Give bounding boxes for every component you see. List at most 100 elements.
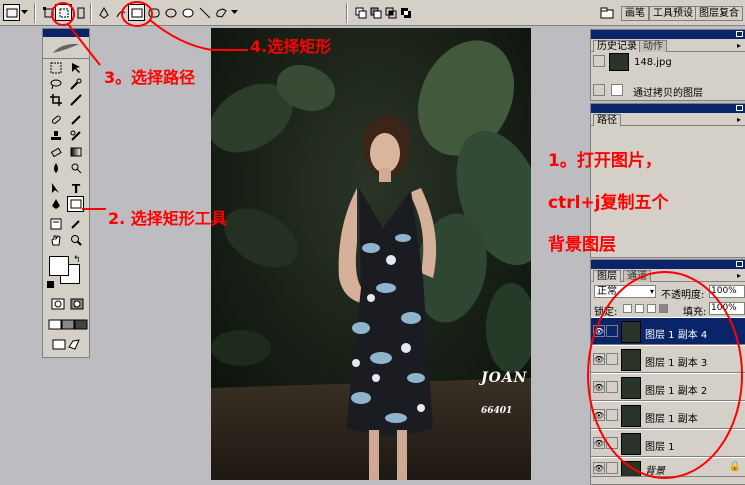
history-brush-icon[interactable]: [67, 128, 84, 144]
tab-actions[interactable]: 动作: [639, 40, 667, 52]
palette-well-icon[interactable]: [597, 4, 617, 21]
eye-icon[interactable]: 👁: [593, 437, 605, 449]
lock-transparent-icon[interactable]: [623, 304, 632, 313]
move-tool-icon[interactable]: [67, 60, 84, 76]
document-canvas[interactable]: JOAN 66401: [211, 28, 531, 480]
freeform-pen-icon[interactable]: [112, 4, 129, 21]
foreground-color-swatch[interactable]: [49, 256, 69, 276]
blend-mode-select[interactable]: 正常 ▾: [594, 285, 656, 298]
panel-titlebar[interactable]: [591, 30, 745, 39]
layer-name[interactable]: 图层 1 副本 3: [645, 354, 707, 369]
panel-titlebar[interactable]: [591, 104, 745, 113]
layer-name[interactable]: 背景: [645, 462, 665, 477]
slice-tool-icon[interactable]: [67, 92, 84, 108]
notes-tool-icon[interactable]: [47, 216, 64, 232]
history-step-checkbox[interactable]: [593, 84, 605, 96]
layer-row[interactable]: 👁 背景 🔒: [591, 457, 745, 477]
svg-text:T: T: [72, 182, 81, 194]
layer-name[interactable]: 图层 1 副本: [645, 410, 698, 425]
feather-logo-icon[interactable]: [43, 37, 89, 59]
fill-input[interactable]: 100%: [709, 302, 745, 315]
eyedropper-icon[interactable]: [67, 216, 84, 232]
hand-tool-icon[interactable]: [47, 232, 64, 248]
opacity-input[interactable]: 100%: [709, 285, 745, 298]
eye-icon[interactable]: 👁: [593, 353, 605, 365]
rectangle-tool-icon[interactable]: [128, 4, 145, 21]
eye-icon[interactable]: 👁: [593, 381, 605, 393]
standard-mode-icon[interactable]: [49, 296, 66, 312]
tab-history[interactable]: 历史记录: [593, 40, 641, 52]
snapshot-name[interactable]: 148.jpg: [634, 57, 672, 68]
brush-tool-icon[interactable]: [67, 112, 84, 128]
layer-name[interactable]: 图层 1 副本 2: [645, 382, 707, 397]
eye-icon[interactable]: 👁: [593, 325, 605, 337]
custom-shape-icon[interactable]: [213, 4, 230, 21]
line-icon[interactable]: [196, 4, 213, 21]
polygon-icon[interactable]: [179, 4, 196, 21]
lasso-tool-icon[interactable]: [47, 76, 64, 92]
lock-all-icon[interactable]: [659, 304, 668, 313]
layer-name[interactable]: 图层 1 副本 4: [645, 326, 707, 341]
quick-mask-icon[interactable]: [68, 296, 85, 312]
paths-icon[interactable]: [55, 4, 72, 21]
fill-pixels-icon[interactable]: [72, 4, 89, 21]
swap-colors-icon[interactable]: ↰: [73, 255, 81, 265]
panel-titlebar[interactable]: [591, 260, 745, 269]
link-icon[interactable]: [606, 381, 618, 393]
lock-icon: 🔒: [728, 461, 741, 472]
palette-tab-tool-presets[interactable]: 工具预设: [649, 6, 697, 21]
eraser-tool-icon[interactable]: [47, 144, 64, 160]
type-tool-icon[interactable]: T: [67, 180, 84, 196]
rectangle-tool-icon[interactable]: [67, 196, 84, 212]
marquee-tool-icon[interactable]: [47, 60, 64, 76]
gradient-tool-icon[interactable]: [67, 144, 84, 160]
panel-menu-icon[interactable]: ▸: [737, 115, 741, 124]
rounded-rectangle-icon[interactable]: [145, 4, 162, 21]
brand-watermark: JOAN: [481, 370, 528, 386]
screen-mode-full-icon[interactable]: [72, 316, 89, 332]
magic-wand-icon[interactable]: [67, 76, 84, 92]
layer-row[interactable]: 👁 图层 1 副本: [591, 401, 745, 429]
lock-position-icon[interactable]: [647, 304, 656, 313]
history-step-label[interactable]: 通过拷贝的图层: [633, 84, 703, 99]
path-selection-icon[interactable]: [47, 180, 64, 196]
link-icon[interactable]: [606, 462, 618, 474]
link-icon[interactable]: [606, 409, 618, 421]
eye-icon[interactable]: 👁: [593, 462, 605, 474]
combine-exclude-icon[interactable]: [397, 4, 414, 21]
snapshot-brush-icon[interactable]: [593, 55, 605, 67]
tab-paths[interactable]: 路径: [593, 114, 621, 126]
chevron-down-icon[interactable]: [230, 4, 239, 21]
dodge-tool-icon[interactable]: [67, 160, 84, 176]
link-icon[interactable]: [606, 353, 618, 365]
layer-name[interactable]: 图层 1: [645, 438, 675, 453]
palette-tab-brushes[interactable]: 画笔: [621, 6, 649, 21]
blur-tool-icon[interactable]: [47, 160, 64, 176]
layer-thumbnail: [621, 461, 641, 477]
healing-brush-icon[interactable]: [47, 112, 64, 128]
chevron-down-icon[interactable]: [20, 4, 29, 21]
toolbox-titlebar[interactable]: [43, 29, 89, 37]
jump-to-imageready-icon[interactable]: [49, 336, 83, 352]
panel-menu-icon[interactable]: ▸: [737, 41, 741, 50]
tab-channels[interactable]: 通道: [623, 270, 651, 282]
lock-image-icon[interactable]: [635, 304, 644, 313]
link-icon[interactable]: [606, 437, 618, 449]
brush-icon[interactable]: [606, 325, 618, 337]
pen-tool-icon[interactable]: [47, 196, 64, 212]
palette-tab-layer-comps[interactable]: 图层复合: [695, 6, 743, 21]
layer-row[interactable]: 👁 图层 1: [591, 429, 745, 457]
panel-menu-icon[interactable]: ▸: [737, 271, 741, 280]
layer-row[interactable]: 👁 图层 1 副本 2: [591, 373, 745, 401]
pen-icon[interactable]: [95, 4, 112, 21]
layer-row[interactable]: 👁 图层 1 副本 4: [591, 317, 745, 345]
ellipse-icon[interactable]: [162, 4, 179, 21]
tool-preset-picker[interactable]: [3, 4, 20, 21]
crop-tool-icon[interactable]: [47, 92, 64, 108]
layer-row[interactable]: 👁 图层 1 副本 3: [591, 345, 745, 373]
default-colors-icon[interactable]: [47, 281, 54, 288]
zoom-tool-icon[interactable]: [67, 232, 84, 248]
tab-layers[interactable]: 图层: [593, 270, 621, 282]
eye-icon[interactable]: 👁: [593, 409, 605, 421]
clone-stamp-icon[interactable]: [47, 128, 64, 144]
